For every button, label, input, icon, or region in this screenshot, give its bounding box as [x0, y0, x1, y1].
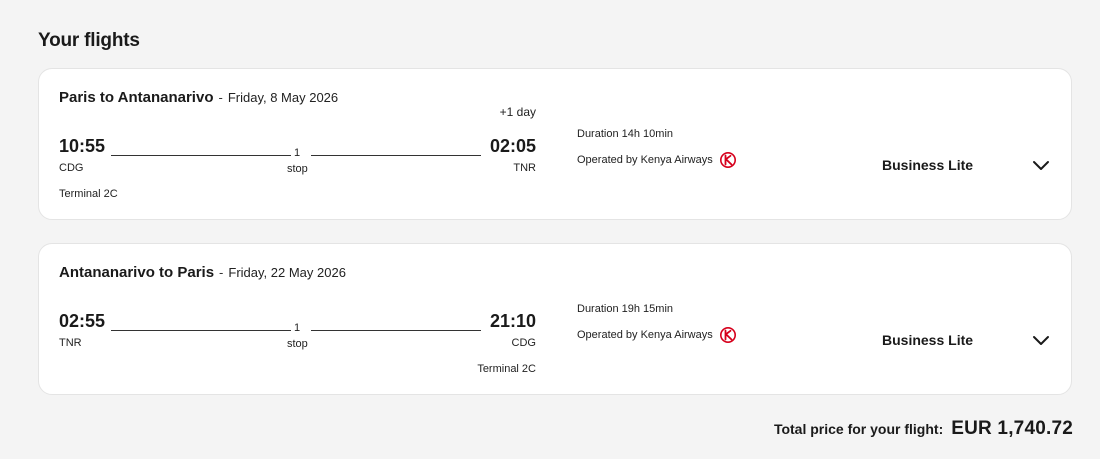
- kenya-airways-logo-icon: [719, 151, 737, 169]
- flight-date: Friday, 22 May 2026: [228, 265, 346, 280]
- total-price: Total price for your flight: EUR 1,740.7…: [774, 418, 1073, 440]
- flight-duration: Duration 14h 10min: [577, 128, 674, 140]
- day-offset: +1 day: [499, 105, 536, 119]
- total-price-amount: EUR 1,740.72: [951, 418, 1073, 439]
- route-line: [311, 155, 481, 156]
- route-line: [311, 330, 481, 331]
- stops-label: stop: [287, 163, 308, 175]
- flight-date: Friday, 8 May 2026: [227, 90, 339, 105]
- departure-airport-code: TNR: [59, 337, 82, 349]
- departure-time: 10:55: [59, 136, 106, 156]
- route-header: Paris to Antananarivo - Friday, 8 May 2026: [59, 89, 338, 106]
- cabin-class: Business Lite: [882, 332, 974, 348]
- arrival-airport-code: TNR: [513, 162, 536, 174]
- total-price-label: Total price for your flight:: [773, 421, 944, 437]
- flight-card-return[interactable]: Antananarivo to Paris - Friday, 22 May 202…: [38, 243, 1072, 395]
- route-separator: -: [218, 90, 223, 105]
- section-title: Your flights: [38, 30, 140, 51]
- departure-time: 02:55: [59, 311, 106, 331]
- arrival-time: 21:10: [489, 311, 536, 331]
- operated-by-text: Operated by Kenya Airways: [577, 329, 713, 341]
- route-line: [111, 155, 291, 156]
- chevron-down-icon[interactable]: [1031, 332, 1051, 350]
- route-line: [111, 330, 291, 331]
- stops-label: stop: [287, 338, 308, 350]
- route-name: Antananarivo to Paris: [59, 264, 215, 281]
- chevron-down-icon[interactable]: [1031, 157, 1051, 175]
- kenya-airways-logo-icon: [719, 326, 737, 344]
- operated-by-text: Operated by Kenya Airways: [577, 154, 713, 166]
- operated-by: Operated by Kenya Airways: [577, 326, 737, 344]
- arrival-time: 02:05: [489, 136, 536, 156]
- cabin-class: Business Lite: [882, 157, 974, 173]
- route-header: Antananarivo to Paris - Friday, 22 May 202…: [59, 264, 346, 281]
- flight-card-outbound[interactable]: Paris to Antananarivo - Friday, 8 May 2026…: [38, 68, 1072, 220]
- arrival-airport-code: CDG: [511, 337, 536, 349]
- departure-airport-code: CDG: [59, 162, 84, 174]
- stops-count: 1: [294, 322, 301, 334]
- route-name: Paris to Antananarivo: [59, 89, 214, 106]
- departure-terminal: Terminal 2C: [59, 188, 118, 200]
- arrival-terminal: Terminal 2C: [477, 363, 536, 375]
- operated-by: Operated by Kenya Airways: [577, 151, 737, 169]
- flight-duration: Duration 19h 15min: [577, 303, 674, 315]
- route-separator: -: [219, 265, 224, 280]
- stops-count: 1: [294, 147, 301, 159]
